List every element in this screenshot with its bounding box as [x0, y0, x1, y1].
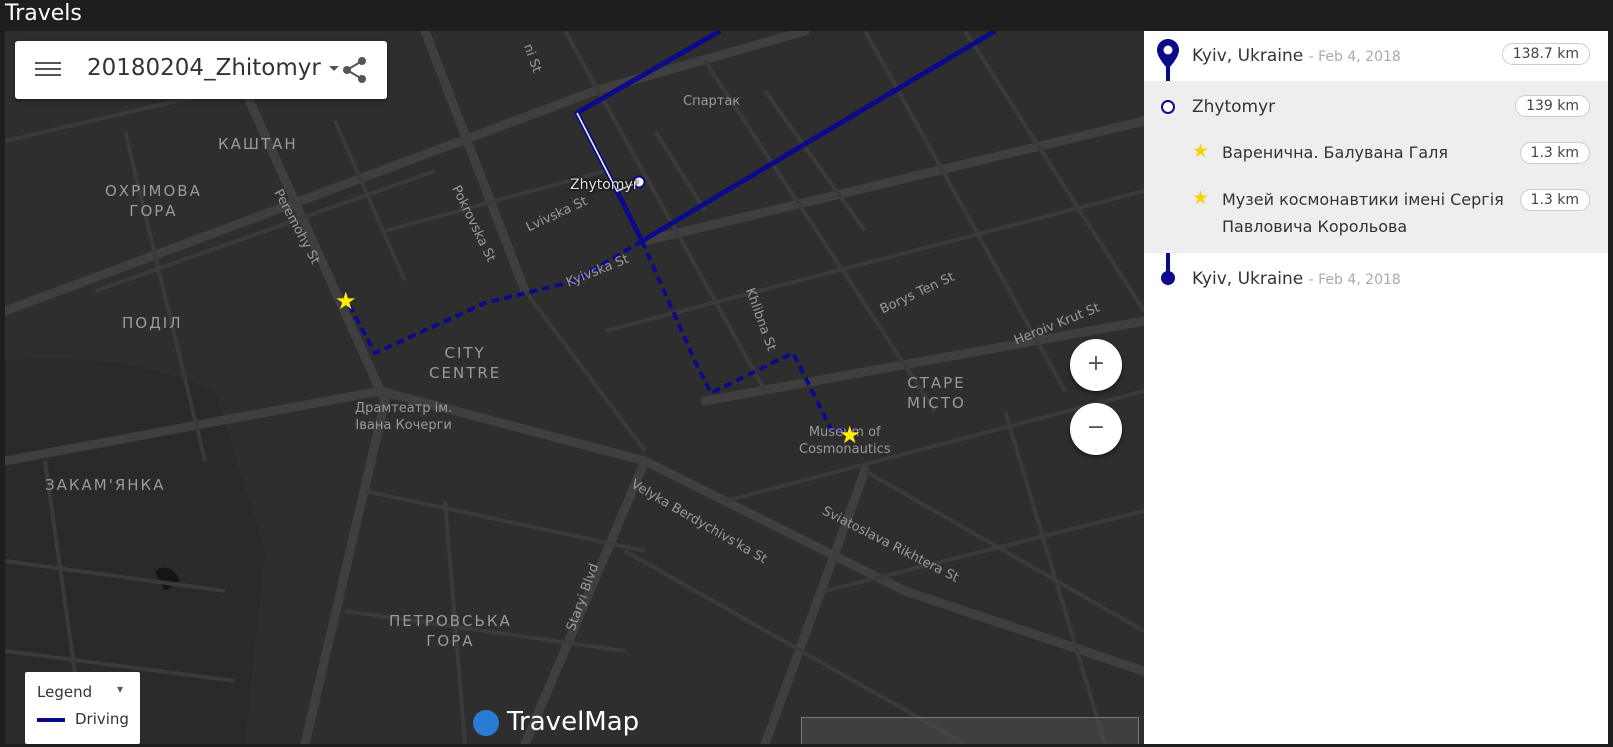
stop-waypoint-marker	[1161, 100, 1175, 114]
chevron-down-icon[interactable]: ▾	[117, 682, 123, 696]
district-podil: ПОДІЛ	[122, 314, 183, 332]
district-zakamianka: ЗАКАМ'ЯНКА	[45, 476, 166, 494]
map-scale	[801, 717, 1139, 744]
legend-item-label: Driving	[75, 710, 129, 728]
star-icon: ★	[1192, 188, 1210, 209]
district-petrovska: ПЕТРОВСЬКА ГОРА	[389, 612, 512, 650]
district-stare-misto: СТАРЕ МІСТО	[907, 374, 966, 412]
stop-end-name: Kyiv, Ukraine	[1192, 269, 1304, 289]
city-label-zhytomyr: Zhytomyr	[570, 177, 639, 193]
stop-start-name: Kyiv, Ukraine	[1192, 46, 1304, 66]
driving-swatch	[37, 717, 65, 722]
stop-start-date: - Feb 4, 2018	[1308, 49, 1401, 65]
map-streets	[5, 31, 1144, 744]
star-icon: ★	[1192, 141, 1210, 162]
place-museum-distance: 1.3 km	[1519, 189, 1590, 211]
district-spartak: Спартак	[683, 94, 741, 109]
itinerary-panel: Kyiv, Ukraine - Feb 4, 2018 138.7 km Zhy…	[1144, 31, 1608, 744]
trip-selector[interactable]: 20180204_Zhitomyr	[87, 55, 339, 81]
legend-panel[interactable]: Legend ▾ Driving	[25, 672, 140, 744]
district-city-centre: CITY CENTRE	[429, 344, 502, 382]
itinerary-stop-end[interactable]: Kyiv, Ukraine - Feb 4, 2018	[1144, 253, 1608, 303]
map-canvas[interactable]: КАШТАН ОХРІМОВА ГОРА ПОДІЛ CITY CENTRE С…	[5, 31, 1144, 744]
zoom-in-button[interactable]: +	[1070, 339, 1122, 391]
brand-icon	[473, 709, 499, 736]
stop-zhytomyr-name: Zhytomyr	[1192, 97, 1276, 117]
stop-zhytomyr-distance: 139 km	[1515, 95, 1590, 117]
legend-item-driving: Driving	[37, 710, 129, 728]
map-pin-icon	[1157, 39, 1179, 69]
place-varenychna[interactable]: Варенична. Балувана Галя	[1222, 139, 1448, 166]
brand-name: TravelMap	[507, 707, 640, 737]
app-title: Travels	[5, 1, 82, 26]
stop-end-marker	[1161, 271, 1175, 285]
brand-logo: TravelMap	[473, 707, 639, 737]
star-marker-museum[interactable]: ★	[839, 421, 861, 450]
share-icon	[343, 57, 366, 83]
poi-dramtheatre: Драмтеатр ім. Івана Кочерги	[355, 401, 453, 433]
itinerary-stop-zhytomyr[interactable]: Zhytomyr 139 km ★ Варенична. Балувана Га…	[1144, 81, 1608, 253]
stop-end-date: - Feb 4, 2018	[1308, 272, 1401, 288]
district-okhrimova: ОХРІМОВА ГОРА	[105, 182, 202, 220]
zoom-out-button[interactable]: −	[1070, 403, 1122, 455]
trip-name: 20180204_Zhitomyr	[87, 55, 321, 81]
itinerary-stop-start[interactable]: Kyiv, Ukraine - Feb 4, 2018 138.7 km	[1144, 31, 1608, 81]
stop-start-distance: 138.7 km	[1501, 43, 1590, 65]
stop-start-label: Kyiv, Ukraine - Feb 4, 2018	[1192, 46, 1401, 66]
share-button[interactable]	[341, 56, 369, 84]
legend-title: Legend	[37, 683, 93, 701]
star-marker-varenychna[interactable]: ★	[335, 287, 357, 316]
stop-end-label: Kyiv, Ukraine - Feb 4, 2018	[1192, 269, 1401, 289]
district-kashtan: КАШТАН	[218, 135, 298, 153]
window-titlebar: Travels	[0, 0, 1613, 30]
menu-button[interactable]	[35, 58, 63, 82]
caret-down-icon	[328, 66, 339, 71]
place-museum[interactable]: Музей космонавтики імені Сергія Павлович…	[1222, 186, 1504, 240]
trip-header-card: 20180204_Zhitomyr	[15, 41, 387, 99]
menu-icon	[35, 62, 61, 64]
place-varenychna-distance: 1.3 km	[1519, 142, 1590, 164]
